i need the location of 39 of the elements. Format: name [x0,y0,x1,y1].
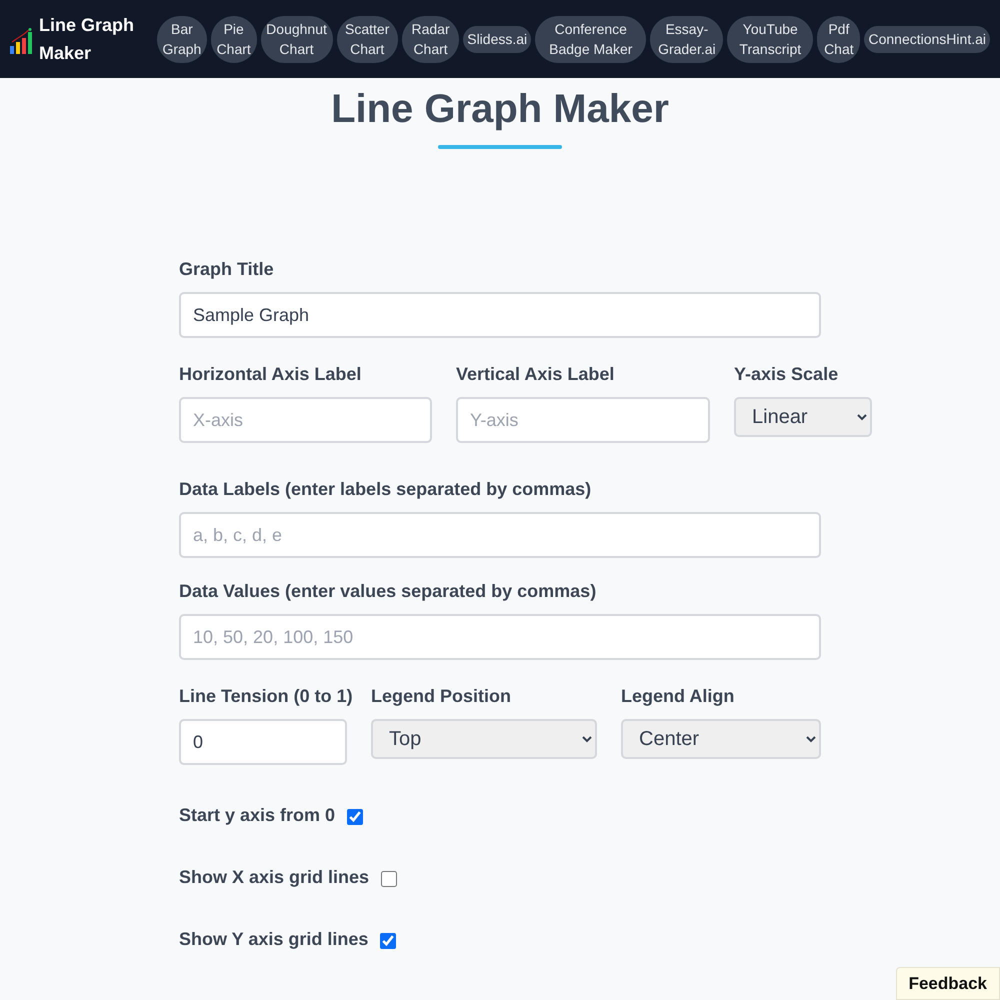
field-label: Data Values (enter values separated by commas) [179,580,596,602]
field-label: Data Labels (enter labels separated by commas) [179,478,592,500]
field-label: Graph Title [179,258,274,280]
dropdown-select[interactable]: Top [371,719,597,759]
checkbox-label: Start y axis from 0 [179,804,336,826]
nav-link[interactable]: Pdf Chat [817,16,860,62]
nav-link[interactable]: Essay-Grader.ai [650,16,724,62]
bar-chart-logo-icon [10,28,32,54]
field-label: Horizontal Axis Label [179,363,362,385]
feedback-button[interactable]: Feedback [896,967,1000,1000]
field-label: Y-axis Scale [734,363,838,385]
nav-link[interactable]: Bar Graph [157,16,207,62]
nav-link[interactable]: Conference Badge Maker [535,16,646,62]
text-input-field[interactable]: Y-axis [456,397,710,443]
dropdown-select[interactable]: Linear [734,397,872,437]
checkbox[interactable] [380,932,396,948]
nav-link[interactable]: Scatter Chart [336,16,398,62]
checkbox[interactable] [347,808,364,824]
checkbox-label: Show X axis grid lines [179,866,370,888]
nav-link[interactable]: Slidess.ai [463,26,532,52]
dropdown-select[interactable]: Center [621,719,821,759]
nav-link[interactable]: YouTube Transcript [727,16,814,62]
field-label: Vertical Axis Label [456,363,614,385]
nav-link[interactable]: Radar Chart [402,16,460,62]
text-input-field[interactable]: X-axis [179,397,432,443]
text-input-field[interactable]: Sample Graph [179,292,821,338]
nav-link[interactable]: Pie Chart [210,16,257,62]
text-input-field[interactable]: a, b, c, d, e [179,512,821,558]
number-input-field[interactable]: 0 [179,719,347,765]
field-label: Legend Align [621,685,734,707]
text-input-field[interactable]: 10, 50, 20, 100, 150 [179,614,821,660]
field-label: Legend Position [371,685,512,707]
nav-link[interactable]: Doughnut Chart [260,16,333,62]
page-title: Line Graph Maker [331,86,669,132]
checkbox[interactable] [381,870,398,886]
site-title[interactable]: Line Graph Maker [39,11,142,67]
field-label: Line Tension (0 to 1) [179,685,353,707]
nav-link[interactable]: ConnectionsHint.ai [864,26,990,52]
checkbox-label: Show Y axis grid lines [179,928,368,950]
